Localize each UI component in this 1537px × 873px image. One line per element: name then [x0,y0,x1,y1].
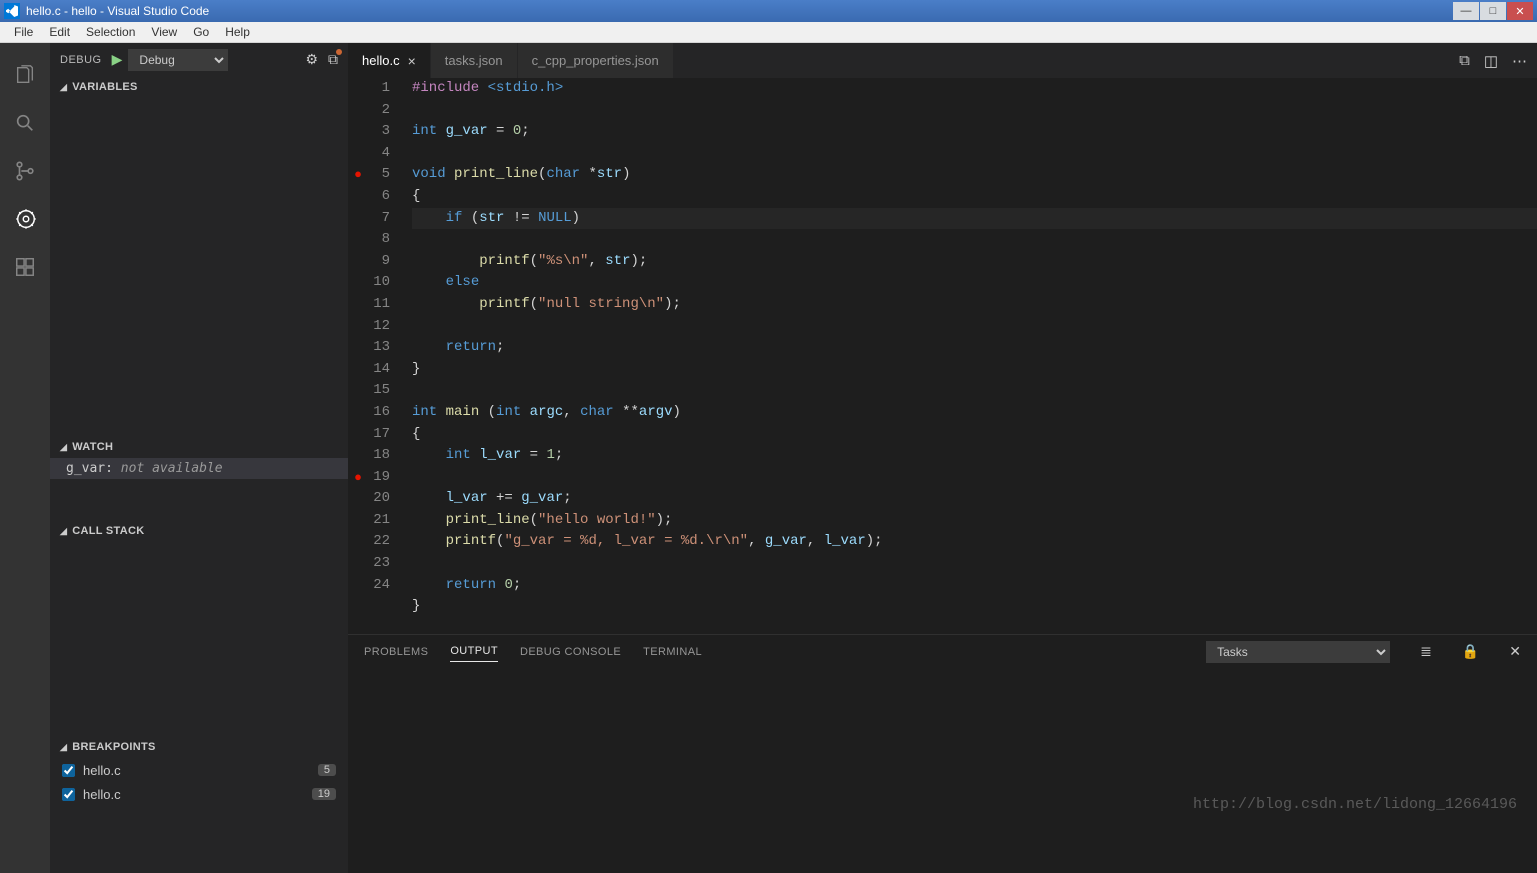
breakpoint-checkbox[interactable] [62,788,75,801]
tab-label: tasks.json [445,53,503,68]
tab-label: hello.c [362,53,400,68]
watch-expr: g_var: [66,461,113,476]
section-breakpoints-body: hello.c 5 hello.c 19 [50,758,348,873]
tab-c-cpp-properties-json[interactable]: c_cpp_properties.json [518,43,674,78]
editor-tabs: hello.c × tasks.json c_cpp_properties.js… [348,43,1537,78]
vscode-icon [4,3,20,19]
close-panel-icon[interactable]: ✕ [1509,643,1521,660]
split-editor-icon[interactable]: ◫ [1484,52,1498,70]
section-variables-body [50,98,348,436]
debug-config-select[interactable]: Debug [128,49,228,71]
source-control-icon[interactable] [0,147,50,195]
window-maximize-button[interactable]: □ [1480,2,1506,20]
line-numbers: 123456789101112131415161718192021222324 [368,78,404,634]
debug-title: DEBUG [60,54,102,66]
panel-tabs: PROBLEMS OUTPUT DEBUG CONSOLE TERMINAL T… [348,635,1537,668]
breakpoint-line-badge: 5 [318,764,336,776]
extensions-icon[interactable] [0,243,50,291]
watch-item[interactable]: g_var: not available [50,458,348,479]
panel-tab-problems[interactable]: PROBLEMS [364,642,428,662]
breakpoint-checkbox[interactable] [62,764,75,777]
debug-header: DEBUG ▶ Debug ⚙ ⧉ [50,43,348,76]
editor-actions: ⧉ ◫ ⋯ [1449,43,1537,78]
panel-tab-debug-console[interactable]: DEBUG CONSOLE [520,642,621,662]
breakpoint-file: hello.c [83,763,318,778]
breakpoint-file: hello.c [83,787,312,802]
window-title: hello.c - hello - Visual Studio Code [26,4,209,18]
more-actions-icon[interactable]: ⋯ [1512,52,1527,70]
tab-label: c_cpp_properties.json [532,53,659,68]
search-icon[interactable] [0,99,50,147]
debug-sidebar: DEBUG ▶ Debug ⚙ ⧉ ◢VARIABLES ◢WATCH g_va… [50,43,348,873]
section-callstack-body [50,542,348,736]
section-callstack-header[interactable]: ◢CALL STACK [50,520,348,542]
panel-tab-output[interactable]: OUTPUT [450,641,498,662]
breakpoint-item[interactable]: hello.c 19 [50,782,348,806]
menu-go[interactable]: Go [185,25,217,39]
breakpoint-gutter[interactable] [348,78,368,634]
menubar: File Edit Selection View Go Help [0,22,1537,43]
explorer-icon[interactable] [0,51,50,99]
debug-icon[interactable] [0,195,50,243]
editor-area: hello.c × tasks.json c_cpp_properties.js… [348,43,1537,873]
tab-hello-c[interactable]: hello.c × [348,43,431,78]
section-variables-header[interactable]: ◢VARIABLES [50,76,348,98]
gear-icon[interactable]: ⚙ [305,51,318,68]
tab-tasks-json[interactable]: tasks.json [431,43,518,78]
bottom-panel: PROBLEMS OUTPUT DEBUG CONSOLE TERMINAL T… [348,634,1537,873]
output-channel-select[interactable]: Tasks [1206,641,1390,663]
menu-file[interactable]: File [6,25,41,39]
section-watch-header[interactable]: ◢WATCH [50,436,348,458]
window-titlebar: hello.c - hello - Visual Studio Code — □… [0,0,1537,22]
window-minimize-button[interactable]: — [1453,2,1479,20]
section-breakpoints-header[interactable]: ◢BREAKPOINTS [50,736,348,758]
menu-selection[interactable]: Selection [78,25,143,39]
lock-scroll-icon[interactable]: 🔒 [1462,643,1479,660]
editor-body[interactable]: 123456789101112131415161718192021222324 … [348,78,1537,634]
close-icon[interactable]: × [408,53,416,69]
compare-icon[interactable]: ⧉ [1459,52,1470,69]
panel-tab-terminal[interactable]: TERMINAL [643,642,702,662]
menu-help[interactable]: Help [217,25,258,39]
start-debug-button[interactable]: ▶ [112,51,123,68]
activity-bar [0,43,50,873]
breakpoint-item[interactable]: hello.c 5 [50,758,348,782]
menu-edit[interactable]: Edit [41,25,78,39]
breakpoint-line-badge: 19 [312,788,336,800]
debug-console-toggle-icon[interactable]: ⧉ [328,51,338,68]
window-close-button[interactable]: ✕ [1507,2,1533,20]
watch-value: not available [121,461,223,476]
menu-view[interactable]: View [143,25,185,39]
code-content[interactable]: #include <stdio.h> int g_var = 0; void p… [404,78,1537,634]
clear-output-icon[interactable]: ≣ [1420,643,1432,660]
section-watch-body: g_var: not available [50,458,348,520]
